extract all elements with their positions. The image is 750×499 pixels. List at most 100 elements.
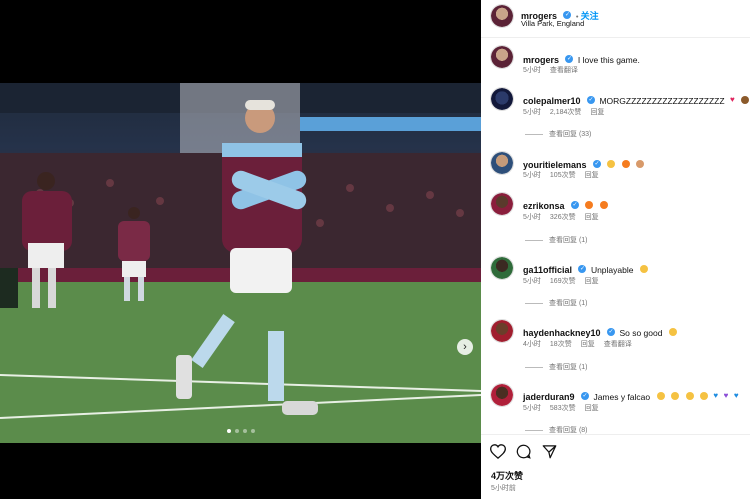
comment-time: 5小时 [523,172,541,179]
carousel-dot [242,429,247,433]
comment-time: 4小时 [523,341,541,348]
smiling-face-with-halo-icon [607,159,616,168]
purple-heart-icon: ♥ [723,391,729,401]
comment-likes[interactable]: 18次赞 [550,339,572,349]
comment-avatar[interactable] [490,256,514,280]
verified-badge-icon: ✓ [580,391,589,400]
verified-badge-icon: ✓ [563,10,572,19]
post-sidebar: mrogers ✓ • 关注 Villa Park, England mroge… [481,0,750,499]
comment-meta: 5小时 583次赞 回复 [523,403,599,413]
verified-badge-icon: ✓ [565,54,574,63]
comment-time: 5小时 [523,405,541,412]
comment-avatar[interactable] [490,319,514,343]
comment-avatar[interactable] [490,192,514,216]
heart-eyes-icon [685,391,694,400]
comment-avatar[interactable] [490,87,514,111]
chevron-right-icon: › [463,341,467,353]
comment-text: So so good [619,328,663,338]
comment-username[interactable]: colepalmer10 [523,96,581,106]
reply-link[interactable]: 回复 [590,107,604,117]
heart-eyes-icon [671,391,680,400]
heart-eyes-icon [699,391,708,400]
comment-username[interactable]: youritielemans [523,160,587,170]
verified-badge-icon: ✓ [592,159,601,168]
caption-avatar[interactable] [490,45,514,69]
view-replies-link[interactable]: 查看回复 (33) [525,129,591,139]
comment-likes[interactable]: 583次赞 [550,403,576,413]
reply-link[interactable]: 回复 [585,170,599,180]
comment-translate-link[interactable]: 查看翻译 [604,339,632,349]
reply-link[interactable]: 回复 [581,339,595,349]
reply-link[interactable]: 回复 [585,403,599,413]
post-header: mrogers ✓ • 关注 Villa Park, England [481,0,750,38]
comment-meta: 5小时 169次赞 回复 [523,276,599,286]
carousel-dot [234,429,239,433]
comment-bubble-icon[interactable] [516,444,531,462]
comment-username[interactable]: jaderduran9 [523,392,575,402]
comment-time: 5小时 [523,278,541,285]
bear-face-icon [741,95,750,104]
raising-hands-icon [639,264,648,273]
reply-link[interactable]: 回复 [585,212,599,222]
caption-time: 5小时 [523,67,541,74]
comment-meta: 5小时 326次赞 回复 [523,212,599,222]
carousel-dots [0,429,481,433]
caption-text: I love this game. [577,55,640,65]
verified-badge-icon: ✓ [570,200,579,209]
fire-icon [599,200,608,209]
actions-divider [481,434,750,435]
carousel-dot [226,429,231,433]
view-replies-label: 查看回复 (33) [549,131,592,138]
view-replies-link[interactable]: 查看回复 (1) [525,362,588,372]
blue-heart-icon: ♥ [733,391,739,401]
comment-meta: 5小时 105次赞 回复 [523,170,599,180]
view-replies-link[interactable]: 查看回复 (1) [525,235,588,245]
reply-link[interactable]: 回复 [585,276,599,286]
photo-illustration [0,83,481,443]
comment-avatar[interactable] [490,151,514,175]
comment-likes[interactable]: 2,184次赞 [550,107,582,117]
comment-username[interactable]: haydenhackney10 [523,328,601,338]
replies-divider [525,133,543,135]
comment-meta: 5小时 2,184次赞 回复 [523,107,604,117]
carousel-dot [250,429,255,433]
comment-time: 5小时 [523,214,541,221]
comment-likes[interactable]: 105次赞 [550,170,576,180]
comment-username[interactable]: ga11official [523,265,572,275]
replies-divider [525,429,543,431]
next-photo-button[interactable]: › [457,339,473,355]
fire-icon [585,200,594,209]
replies-divider [525,302,543,304]
verified-badge-icon: ✓ [607,327,615,336]
comment-likes[interactable]: 326次赞 [550,212,576,222]
comment-text: Unplayable [590,265,634,275]
replies-divider [525,366,543,368]
comment-likes[interactable]: 169次赞 [550,276,576,286]
like-count[interactable]: 4万次赞 [491,469,523,482]
caption-username[interactable]: mrogers [523,55,559,65]
heart-eyes-icon [656,391,665,400]
blue-heart-icon: ♥ [713,391,719,401]
comment-meta: 4小时 18次赞 回复 查看翻译 [523,339,632,349]
comment-avatar[interactable] [490,383,514,407]
clapping-hands-icon [668,327,677,336]
red-heart-icon: ♥ [730,95,735,105]
instagram-post-view: › mrogers ✓ • 关注 Villa Park, England mro… [0,0,750,499]
verified-badge-icon: ✓ [587,95,595,104]
author-avatar[interactable] [490,4,514,28]
post-location[interactable]: Villa Park, England [521,19,584,28]
comment-time: 5小时 [523,109,541,116]
flexed-biceps-icon [636,159,645,168]
replies-divider [525,239,543,241]
post-photo[interactable]: › [0,83,481,443]
view-replies-link[interactable]: 查看回复 (1) [525,298,588,308]
caption-translate-link[interactable]: 查看翻译 [550,65,578,75]
comment-username[interactable]: ezrikonsa [523,201,565,211]
paper-plane-icon[interactable] [542,444,557,462]
post-timestamp: 5小时前 [491,485,516,492]
view-replies-label: 查看回复 (1) [549,364,588,371]
verified-badge-icon: ✓ [578,264,587,273]
view-replies-label: 查看回复 (1) [549,237,588,244]
comment-text: James y falcao [593,392,651,402]
heart-outline-icon[interactable] [489,444,507,462]
